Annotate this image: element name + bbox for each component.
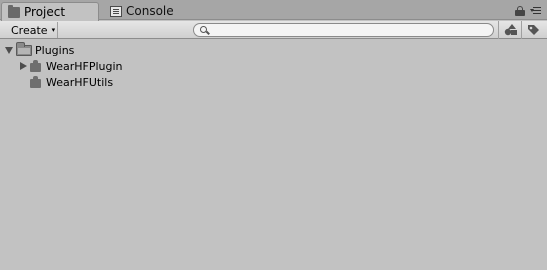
tab-project-label: Project: [24, 5, 66, 19]
tree-item-label: Plugins: [35, 43, 75, 57]
tree-item-label: WearHFPlugin: [46, 59, 123, 73]
expand-arrow-icon[interactable]: [4, 45, 14, 55]
search-input[interactable]: [210, 24, 480, 36]
project-toolbar: Create ▾: [0, 21, 547, 39]
tree-item-label: WearHFUtils: [46, 75, 114, 89]
tab-console[interactable]: Console: [104, 2, 200, 20]
tree-item-wearhfutils[interactable]: WearHFUtils: [30, 74, 113, 90]
tab-console-label: Console: [126, 4, 174, 18]
console-icon: [110, 5, 122, 17]
tab-project[interactable]: Project: [1, 2, 99, 21]
project-tree: Plugins WearHFPlugin WearHFUtils: [0, 40, 547, 270]
tree-item-plugins[interactable]: Plugins: [4, 41, 75, 58]
create-button-label: Create: [11, 23, 48, 37]
search-field[interactable]: [193, 23, 494, 37]
lock-icon[interactable]: [515, 6, 525, 16]
filter-by-label-button[interactable]: [521, 21, 545, 39]
search-icon: [200, 26, 207, 33]
plugin-icon: [30, 76, 42, 88]
folder-open-icon: [16, 41, 32, 56]
folder-icon: [8, 4, 20, 18]
tag-icon: [528, 24, 539, 35]
filter-type-icon: [504, 24, 517, 36]
tab-bar: Project Console: [0, 0, 547, 21]
tree-item-wearhfplugin[interactable]: WearHFPlugin: [18, 58, 123, 74]
panel-menu-icon[interactable]: [530, 7, 541, 15]
filter-by-type-button[interactable]: [498, 21, 522, 39]
create-button[interactable]: Create ▾: [4, 22, 58, 38]
collapse-arrow-icon[interactable]: [18, 61, 28, 71]
plugin-icon: [30, 60, 42, 72]
chevron-down-icon: ▾: [51, 25, 56, 34]
